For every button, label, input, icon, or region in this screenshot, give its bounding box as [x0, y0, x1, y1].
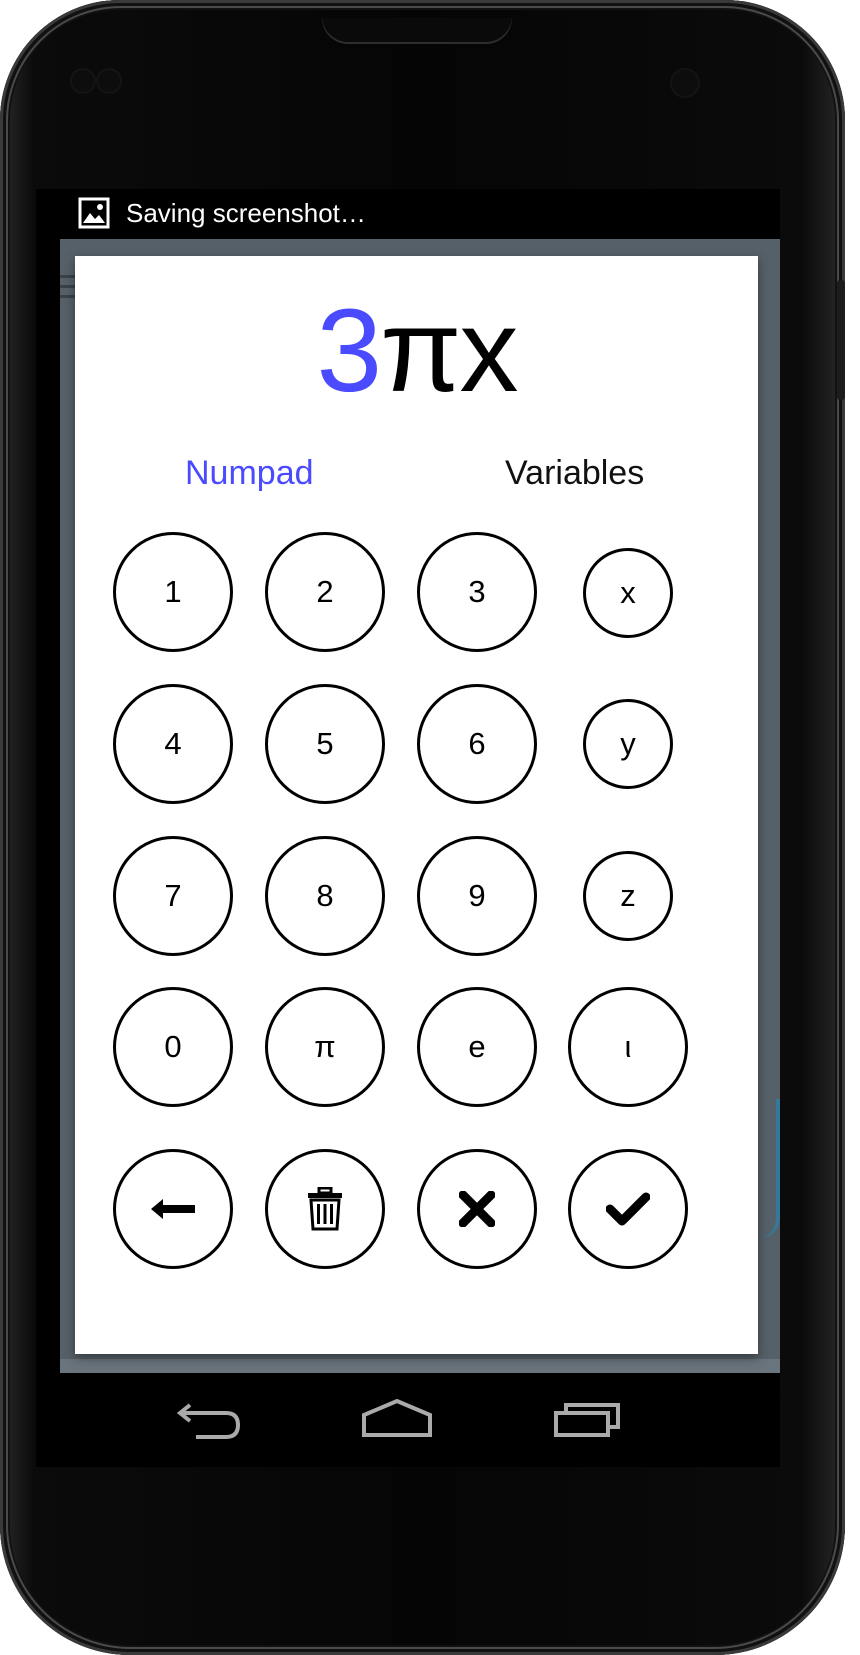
sensor-dot	[72, 70, 94, 92]
backspace-icon	[149, 1197, 197, 1221]
earpiece	[322, 18, 512, 44]
input-dialog: 3πx Numpad Variables 1 2 3 x 4 5 6 y 7 8…	[75, 256, 758, 1354]
key-5[interactable]: 5	[265, 684, 385, 804]
screen: Saving screenshot… 3πx Numpad Variables …	[36, 189, 780, 1467]
key-imaginary[interactable]: ι	[568, 987, 688, 1107]
backspace-button[interactable]	[113, 1149, 233, 1269]
recent-apps-icon[interactable]	[554, 1399, 622, 1444]
key-6[interactable]: 6	[417, 684, 537, 804]
clear-button[interactable]	[265, 1149, 385, 1269]
navigation-bar	[36, 1373, 780, 1467]
key-9[interactable]: 9	[417, 836, 537, 956]
background-decoration	[60, 1359, 780, 1373]
key-3[interactable]: 3	[417, 532, 537, 652]
key-4[interactable]: 4	[113, 684, 233, 804]
tab-variables[interactable]: Variables	[505, 451, 644, 495]
background-decoration	[758, 1099, 780, 1239]
key-8[interactable]: 8	[265, 836, 385, 956]
tab-numpad[interactable]: Numpad	[185, 451, 314, 495]
power-button	[837, 280, 845, 400]
expression-rest: πx	[380, 285, 518, 417]
expression-display: 3πx	[75, 286, 758, 416]
sensor-dot	[98, 70, 120, 92]
status-bar: Saving screenshot…	[36, 189, 780, 237]
confirm-button[interactable]	[568, 1149, 688, 1269]
home-icon[interactable]	[362, 1398, 432, 1444]
key-x[interactable]: x	[583, 548, 673, 638]
check-icon	[606, 1192, 650, 1226]
front-camera	[672, 70, 698, 96]
cancel-button[interactable]	[417, 1149, 537, 1269]
image-icon	[78, 197, 110, 229]
key-7[interactable]: 7	[113, 836, 233, 956]
key-0[interactable]: 0	[113, 987, 233, 1107]
close-icon	[459, 1191, 495, 1227]
expression-cursor-part: 3	[316, 285, 382, 417]
key-2[interactable]: 2	[265, 532, 385, 652]
key-pi[interactable]: π	[265, 987, 385, 1107]
key-y[interactable]: y	[583, 699, 673, 789]
trash-icon	[307, 1187, 343, 1231]
key-e[interactable]: e	[417, 987, 537, 1107]
key-z[interactable]: z	[583, 851, 673, 941]
back-icon[interactable]	[176, 1401, 242, 1446]
key-1[interactable]: 1	[113, 532, 233, 652]
notification-text: Saving screenshot…	[126, 197, 366, 228]
phone-frame: Saving screenshot… 3πx Numpad Variables …	[0, 0, 845, 1655]
